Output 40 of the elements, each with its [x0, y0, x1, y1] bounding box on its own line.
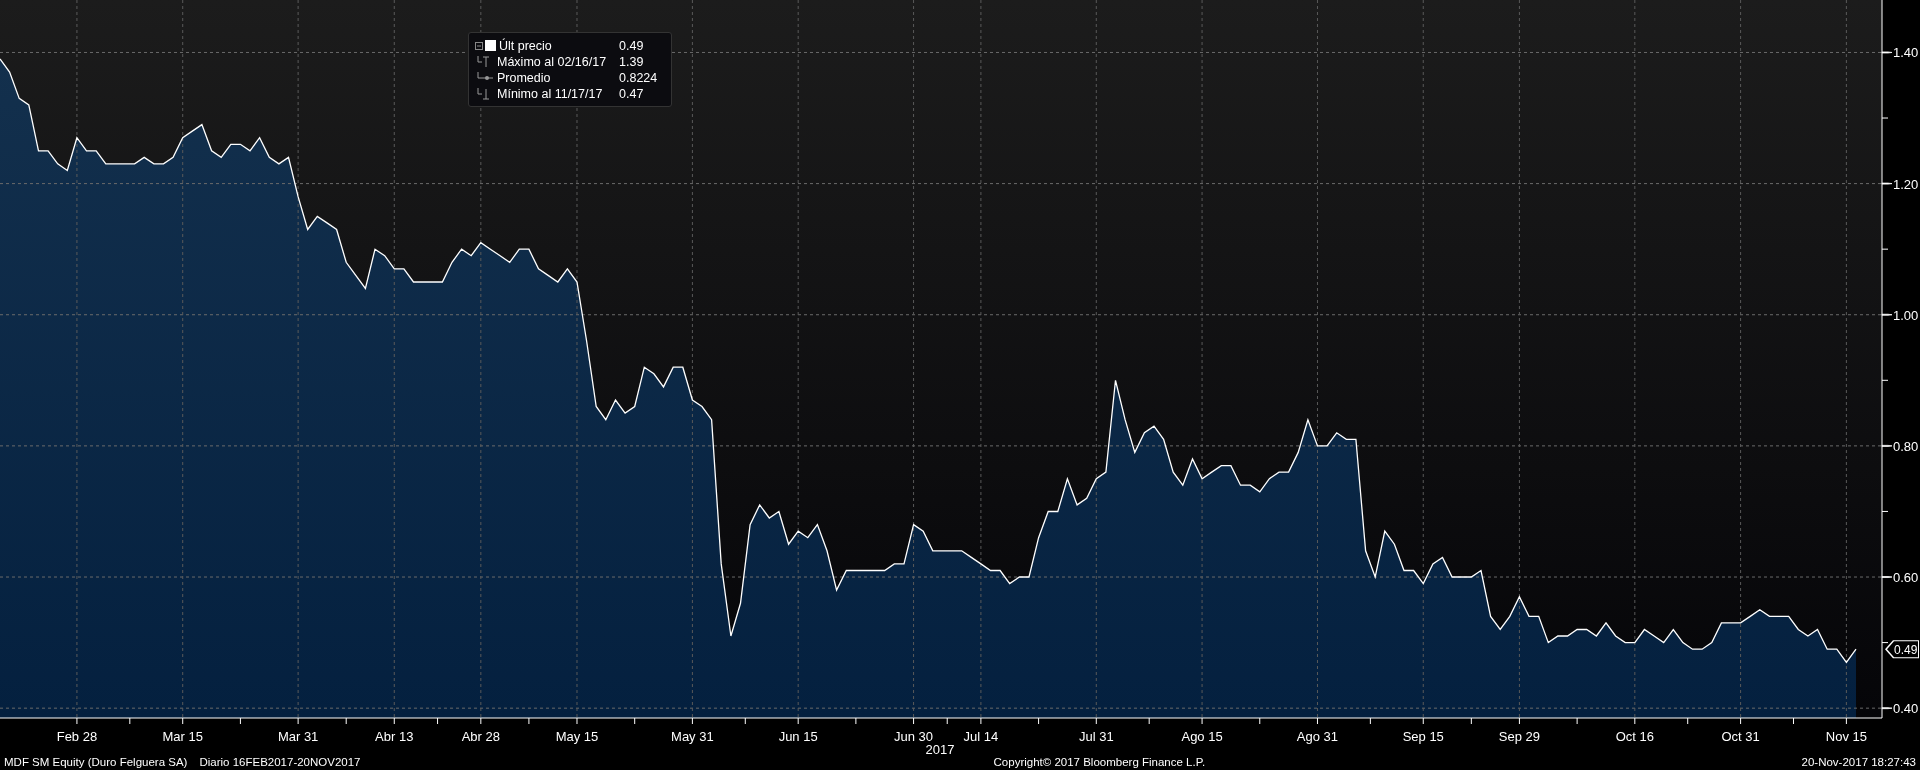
legend-label: Promedio	[497, 70, 552, 85]
x-tick-label: Mar 31	[277, 729, 319, 744]
x-tick-label: May 31	[671, 729, 714, 744]
x-tick-label: Abr 28	[461, 729, 500, 744]
legend-label: Máximo al 02/16/17	[497, 54, 608, 69]
legend-value: 0.8224	[619, 70, 659, 85]
y-tick-label: 0.40	[1893, 701, 1919, 717]
x-tick-label: Sep 29	[1498, 729, 1540, 744]
x-axis-year: 2017	[925, 742, 955, 754]
x-tick-label: Sep 15	[1402, 729, 1444, 744]
timestamp: 20-Nov-2017 18:27:43	[1801, 756, 1916, 768]
x-tick-label: Feb 28	[56, 729, 98, 744]
last-price-tag: 0.49	[1885, 640, 1919, 659]
x-tick-label: Oct 16	[1615, 729, 1654, 744]
legend-label: Mínimo al 11/17/17	[497, 86, 604, 101]
x-tick-label: Ago 31	[1296, 729, 1339, 744]
x-tick-label: Oct 31	[1721, 729, 1760, 744]
x-tick-label: Nov 15	[1825, 729, 1867, 744]
x-tick-label: May 15	[555, 729, 599, 744]
y-tick-label: 1.00	[1893, 307, 1919, 323]
x-tick-label: Abr 13	[375, 729, 414, 744]
legend-value: 1.39	[619, 54, 645, 69]
x-tick-label: Jul 31	[1078, 729, 1114, 744]
legend-label: Últ precio	[499, 38, 553, 53]
legend-value: 0.47	[619, 86, 645, 101]
x-tick-label: Ago 15	[1181, 729, 1223, 744]
y-tick-label: 0.80	[1893, 438, 1919, 454]
security-name: MDF SM Equity (Duro Felguera SA)	[4, 756, 188, 768]
square-icon	[485, 40, 496, 51]
x-tick-label: Jun 15	[778, 729, 818, 744]
y-tick-label: 1.40	[1893, 45, 1919, 61]
copyright-text: Copyright© 2017 Bloomberg Finance L.P.	[993, 756, 1206, 768]
x-tick-label: Jul 14	[963, 729, 999, 744]
y-tick-label: 1.20	[1893, 176, 1919, 192]
x-tick-label: Mar 15	[162, 729, 203, 744]
y-tick-label: 0.60	[1893, 570, 1919, 585]
x-tick-label: Jun 30	[894, 729, 934, 744]
period-text: Diario 16FEB2017-20NOV2017	[199, 756, 361, 768]
legend-value: 0.49	[619, 38, 645, 53]
collapse-icon[interactable]	[475, 41, 483, 50]
